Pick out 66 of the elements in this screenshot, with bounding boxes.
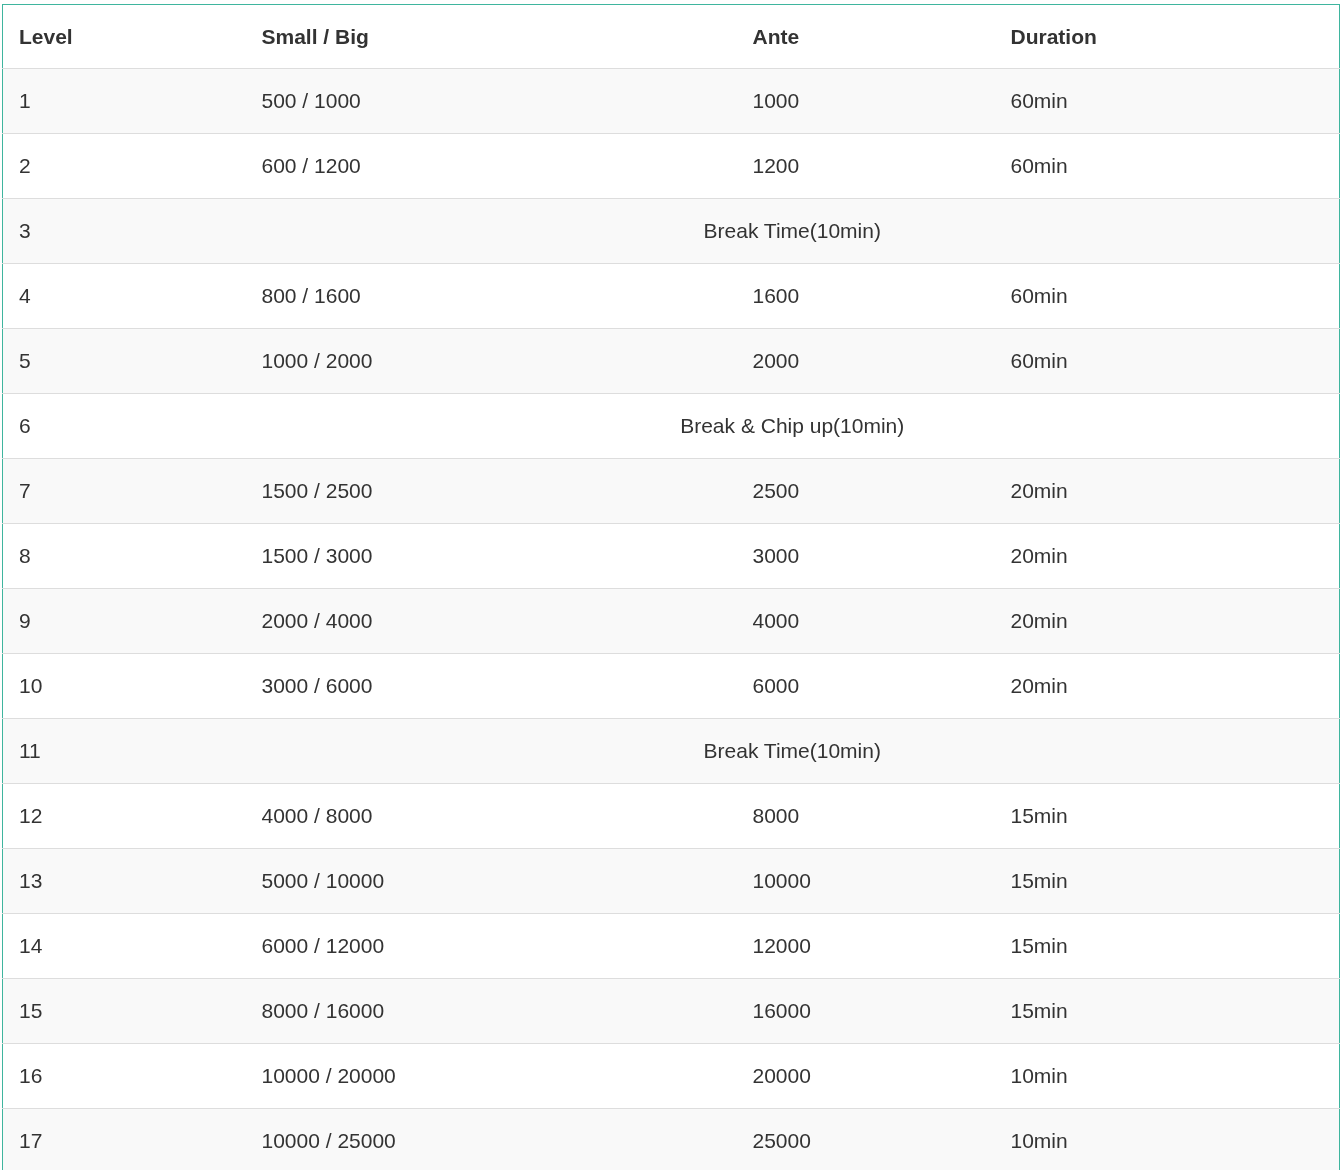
table-cell: 5000 / 10000 bbox=[245, 848, 737, 914]
table-cell: 13 bbox=[2, 848, 246, 914]
table-cell: 800 / 1600 bbox=[245, 263, 737, 329]
table-cell: 20min bbox=[994, 523, 1340, 589]
table-cell: 1500 / 2500 bbox=[245, 458, 737, 524]
table-cell: 1600 bbox=[736, 263, 995, 329]
table-cell: 8000 bbox=[736, 783, 995, 849]
table-cell: 20min bbox=[994, 588, 1340, 654]
table-cell: 7 bbox=[2, 458, 246, 524]
table-cell: 3000 bbox=[736, 523, 995, 589]
table-cell: 3000 / 6000 bbox=[245, 653, 737, 719]
table-cell: 20000 bbox=[736, 1043, 995, 1109]
table-cell: 2000 bbox=[736, 328, 995, 394]
table-cell: 4000 / 8000 bbox=[245, 783, 737, 849]
table-cell: 10 bbox=[2, 653, 246, 719]
column-header: Duration bbox=[994, 4, 1340, 69]
table-cell: 14 bbox=[2, 913, 246, 979]
table-cell: 3 bbox=[2, 198, 246, 264]
table-cell: 500 / 1000 bbox=[245, 68, 737, 134]
table-cell: 1500 / 3000 bbox=[245, 523, 737, 589]
table-cell: 20min bbox=[994, 653, 1340, 719]
table-cell: Break & Chip up(10min) bbox=[245, 393, 1340, 459]
table-cell: 1000 / 2000 bbox=[245, 328, 737, 394]
table-cell: 2 bbox=[2, 133, 246, 199]
table-cell: 2500 bbox=[736, 458, 995, 524]
table-cell: 60min bbox=[994, 328, 1340, 394]
table-cell: 60min bbox=[994, 133, 1340, 199]
table-cell: 600 / 1200 bbox=[245, 133, 737, 199]
table-cell: 15min bbox=[994, 913, 1340, 979]
table-cell: 12000 bbox=[736, 913, 995, 979]
table-cell: 20min bbox=[994, 458, 1340, 524]
table-cell: 1 bbox=[2, 68, 246, 134]
table-cell: 9 bbox=[2, 588, 246, 654]
table-cell: 15min bbox=[994, 978, 1340, 1044]
column-header: Ante bbox=[736, 4, 995, 69]
table-cell: 11 bbox=[2, 718, 246, 784]
table-cell: 6 bbox=[2, 393, 246, 459]
table-cell: 60min bbox=[994, 263, 1340, 329]
table-cell: 10000 / 25000 bbox=[245, 1108, 737, 1170]
table-cell: 8 bbox=[2, 523, 246, 589]
table-cell: 5 bbox=[2, 328, 246, 394]
table-cell: 1000 bbox=[736, 68, 995, 134]
table-cell: 16 bbox=[2, 1043, 246, 1109]
table-cell: 10min bbox=[994, 1043, 1340, 1109]
table-cell: 15 bbox=[2, 978, 246, 1044]
table-cell: 6000 / 12000 bbox=[245, 913, 737, 979]
table-cell: 10min bbox=[994, 1108, 1340, 1170]
table-cell: 60min bbox=[994, 68, 1340, 134]
table-cell: 8000 / 16000 bbox=[245, 978, 737, 1044]
column-header: Level bbox=[2, 4, 246, 69]
table-cell: 10000 / 20000 bbox=[245, 1043, 737, 1109]
table-cell: 6000 bbox=[736, 653, 995, 719]
table-cell: 2000 / 4000 bbox=[245, 588, 737, 654]
table-cell: 10000 bbox=[736, 848, 995, 914]
table-cell: 1200 bbox=[736, 133, 995, 199]
table-cell: Break Time(10min) bbox=[245, 198, 1340, 264]
table-cell: 12 bbox=[2, 783, 246, 849]
table-cell: 17 bbox=[2, 1108, 246, 1170]
table-cell: 25000 bbox=[736, 1108, 995, 1170]
column-header: Small / Big bbox=[245, 4, 737, 69]
table-cell: 4 bbox=[2, 263, 246, 329]
table-cell: 15min bbox=[994, 848, 1340, 914]
table-cell: Break Time(10min) bbox=[245, 718, 1340, 784]
table-cell: 15min bbox=[994, 783, 1340, 849]
table-cell: 16000 bbox=[736, 978, 995, 1044]
table-cell: 4000 bbox=[736, 588, 995, 654]
